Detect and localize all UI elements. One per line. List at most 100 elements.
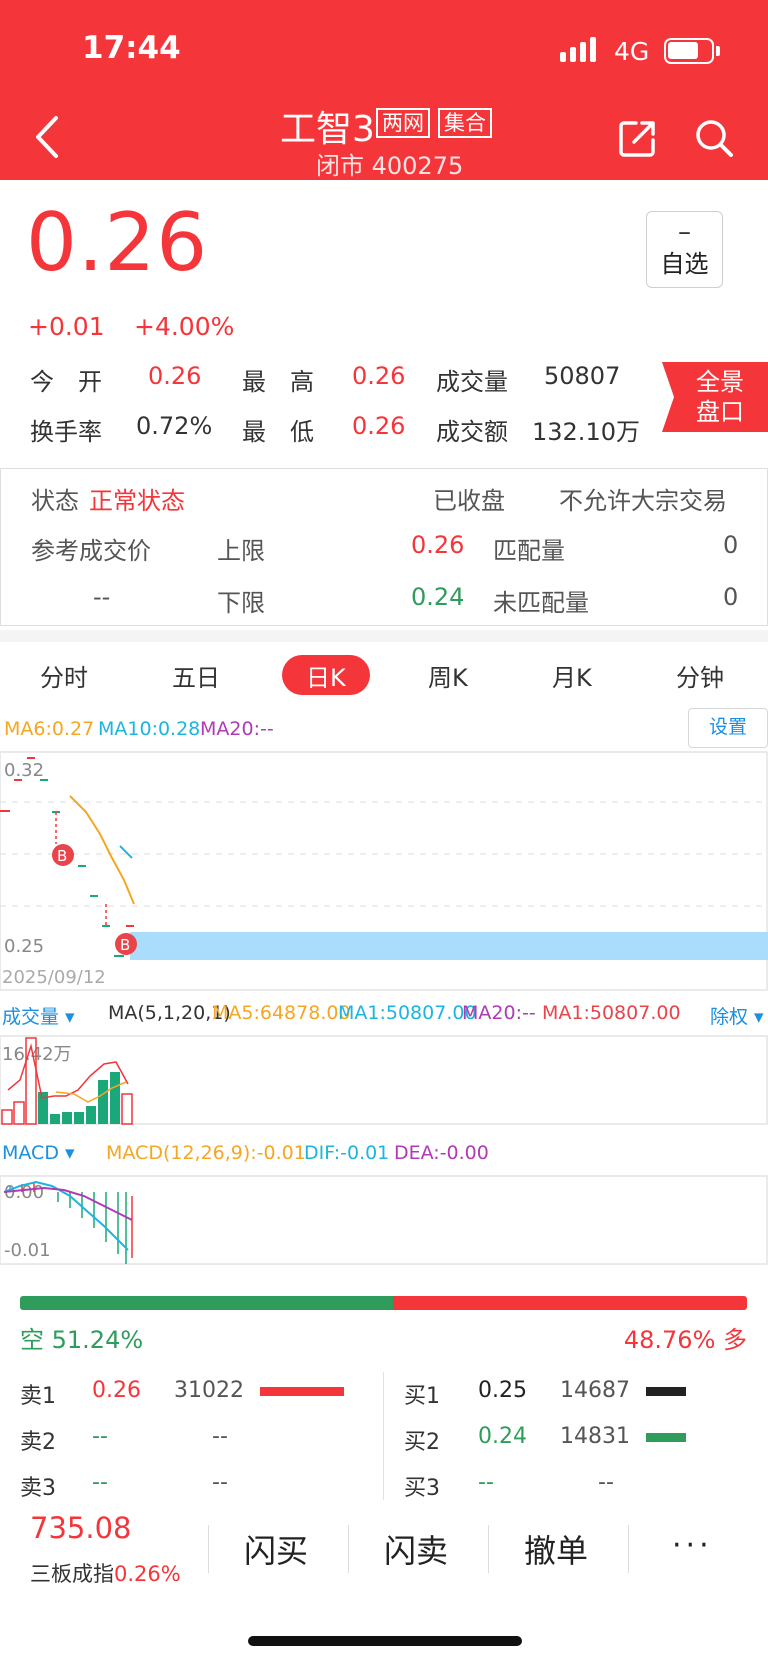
high-label: 最 高	[242, 368, 314, 396]
index-name-line[interactable]: 三板成指0.26%	[30, 1558, 181, 1588]
tab-intraday[interactable]: 分时	[40, 658, 88, 693]
volume-bar	[121, 1093, 133, 1125]
ma10-line	[119, 845, 133, 859]
network-type: 4G	[614, 37, 650, 66]
bid1-volume-bar	[646, 1387, 686, 1396]
current-price: 0.26	[26, 196, 209, 289]
battery-tip	[716, 46, 720, 56]
buy-marker[interactable]: B	[115, 933, 137, 955]
macd-label: MACD	[2, 1142, 59, 1164]
bid2-label: 买2	[404, 1430, 440, 1455]
matched-volume-value: 0	[723, 531, 739, 559]
volume-bar	[74, 1112, 84, 1124]
buy-marker[interactable]: B	[52, 844, 74, 866]
chart-settings-button[interactable]: 设置	[688, 708, 768, 748]
short-ratio-text: 空 51.24%	[20, 1326, 144, 1354]
share-icon[interactable]	[618, 118, 658, 158]
battery-icon	[664, 38, 714, 64]
orderbook-divider	[383, 1372, 384, 1500]
matched-volume-label: 匹配量	[493, 537, 565, 565]
volume-ma1b: MA1:50807.00	[542, 1002, 681, 1024]
flash-buy-button[interactable]: 闪买	[244, 1526, 308, 1572]
market-closed-text: 已收盘	[433, 487, 505, 515]
tab-daily-k[interactable]: 日K	[306, 658, 346, 693]
macd-params: MACD(12,26,9):-0.01	[106, 1142, 306, 1164]
search-icon[interactable]	[694, 118, 734, 158]
tab-monthly-k[interactable]: 月K	[552, 658, 592, 693]
toolbar-separator	[488, 1525, 489, 1573]
state-label: 状态	[31, 487, 79, 515]
ma20-legend: MA20:--	[200, 718, 274, 740]
ask1-price: 0.26	[92, 1378, 141, 1403]
ask2-volume: --	[212, 1424, 228, 1449]
low-label: 最 低	[242, 418, 314, 446]
ask3-price: --	[92, 1470, 108, 1495]
bid2-price: 0.24	[478, 1424, 527, 1449]
toolbar-separator	[628, 1525, 629, 1573]
volume-bar	[98, 1080, 108, 1124]
remove-icon: –	[678, 217, 691, 247]
ma6-legend: MA6:0.27	[4, 718, 95, 740]
panorama-notch	[662, 362, 674, 432]
volume-y-max: 16.42万	[2, 1044, 72, 1065]
volume-label: 成交量	[436, 368, 508, 396]
status-time: 17:44	[82, 30, 181, 66]
signal-icon-bar	[570, 47, 576, 62]
more-button[interactable]: ···	[672, 1528, 713, 1563]
volume-ma1: MA1:50807.00	[338, 1002, 477, 1024]
flash-sell-button[interactable]: 闪卖	[384, 1526, 448, 1572]
tab-five-day[interactable]: 五日	[172, 658, 220, 693]
bid1-price: 0.25	[478, 1378, 527, 1403]
stock-name: 工智3	[280, 109, 375, 150]
lower-limit-label: 下限	[217, 589, 265, 617]
header-bar: 17:44 4G 工智3 两网 集合 闭市 400275	[0, 0, 768, 180]
ask3-volume: --	[212, 1470, 228, 1495]
macd-indicator-select[interactable]: MACD ▾	[2, 1142, 75, 1164]
long-ratio-bar	[393, 1296, 747, 1310]
volume-indicator-select[interactable]: 成交量 ▾	[2, 1002, 75, 1029]
ex-rights-select[interactable]: 除权 ▾	[710, 1002, 764, 1029]
ref-price-label: 参考成交价	[31, 537, 151, 565]
auction-price-band	[130, 932, 768, 960]
home-indicator[interactable]	[248, 1636, 522, 1646]
open-label: 今 开	[30, 368, 102, 396]
kline-date: 2025/09/12	[2, 967, 106, 988]
volume-bar	[13, 1101, 25, 1125]
open-value: 0.26	[148, 362, 202, 390]
price-change: +0.01	[28, 312, 105, 341]
cancel-order-button[interactable]: 撤单	[524, 1526, 588, 1572]
ref-price-value: --	[93, 583, 111, 611]
macd-dif: DIF:-0.01	[304, 1142, 390, 1164]
back-icon[interactable]	[28, 112, 68, 162]
bid1-volume: 14687	[560, 1378, 630, 1403]
low-value: 0.26	[352, 412, 406, 440]
watchlist-button[interactable]: – 自选	[646, 211, 723, 288]
volume-bar	[1, 1109, 13, 1125]
buy-marker-text: B	[120, 936, 130, 954]
kline-y-low: 0.25	[4, 936, 44, 957]
ask1-label: 卖1	[20, 1384, 56, 1409]
signal-icon	[560, 52, 566, 62]
upper-limit-label: 上限	[217, 537, 265, 565]
volume-value: 50807	[544, 362, 621, 390]
tab-weekly-k[interactable]: 周K	[428, 658, 468, 693]
volume-bar	[50, 1114, 60, 1124]
long-ratio-text: 48.76% 多	[623, 1326, 747, 1354]
bid3-label: 买3	[404, 1476, 440, 1501]
buy-marker-text: B	[57, 847, 67, 865]
ask2-price: --	[92, 1424, 108, 1449]
panorama-orderbook-button[interactable]: 全景 盘口	[662, 362, 768, 432]
unmatched-volume-value: 0	[723, 583, 739, 611]
state-value: 正常状态	[89, 487, 185, 515]
volume-label: 成交量	[2, 1006, 60, 1028]
volume-ma5: MA5:64878.00	[212, 1002, 351, 1024]
amount-value: 132.10万	[532, 418, 640, 446]
ask1-volume: 31022	[174, 1378, 244, 1403]
watchlist-label: 自选	[660, 250, 709, 278]
tab-minute[interactable]: 分钟	[676, 658, 724, 693]
toolbar-separator	[208, 1525, 209, 1573]
index-value[interactable]: 735.08	[30, 1511, 131, 1545]
ask1-volume-bar	[260, 1387, 344, 1396]
bid2-volume-bar	[646, 1433, 686, 1442]
bid2-volume: 14831	[560, 1424, 630, 1449]
